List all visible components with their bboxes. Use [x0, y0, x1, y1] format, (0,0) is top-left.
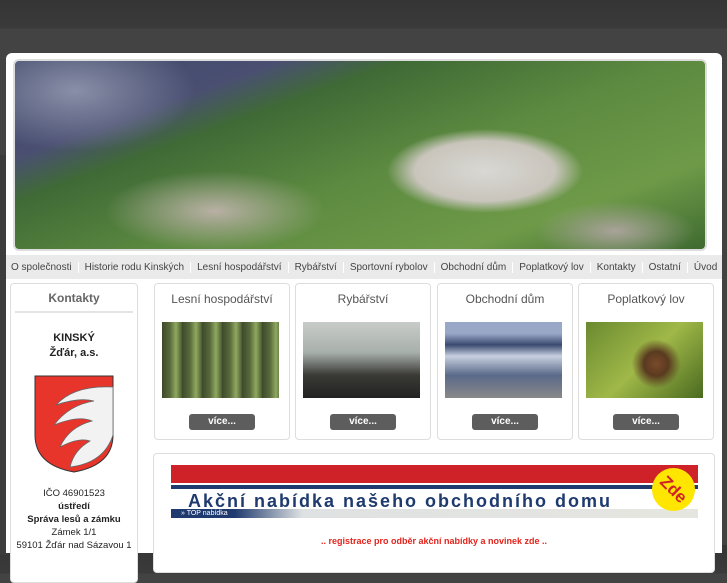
banner-photo-castle [13, 59, 707, 251]
card-poplatkovy: Poplatkový lov více... [578, 283, 714, 440]
store-photo [445, 322, 562, 398]
nav-rybarstvi[interactable]: Rybářství [290, 261, 344, 273]
fishing-photo [303, 322, 420, 398]
nav-poplatkovy[interactable]: Poplatkový lov [514, 261, 591, 273]
contacts-title: Kontakty [15, 291, 133, 313]
promo-banner[interactable]: Akční nabídka našeho obchodního domu » T… [171, 459, 704, 520]
promo-box: Akční nabídka našeho obchodního domu » T… [153, 453, 715, 573]
forest-photo [162, 322, 279, 398]
card-obchodni: Obchodní dům více... [437, 283, 573, 440]
nav-ostatni[interactable]: Ostatní [644, 261, 688, 273]
coat-of-arms-logo [34, 375, 114, 473]
card-title: Poplatkový lov [607, 292, 685, 306]
nav-uvod[interactable]: Úvod [689, 262, 723, 273]
top-label: » TOP nabídka [171, 509, 698, 518]
contact-address: IČO 46901523 ústředí Správa lesů a zámku… [16, 488, 132, 551]
more-button[interactable]: více... [472, 414, 538, 430]
nav-obchodni[interactable]: Obchodní dům [436, 261, 514, 273]
page: O společnosti Historie rodu Kinských Les… [6, 53, 722, 583]
nav-sportovni[interactable]: Sportovní rybolov [345, 261, 435, 273]
contacts-box: Kontakty KINSKÝ Žďár, a.s. IČO 46901523 ú… [10, 283, 138, 583]
more-button[interactable]: více... [330, 414, 396, 430]
card-lesni: Lesní hospodářství více... [154, 283, 290, 440]
nav-lesni[interactable]: Lesní hospodářství [192, 261, 289, 273]
nav-kontakty[interactable]: Kontakty [592, 261, 643, 273]
nav-historie[interactable]: Historie rodu Kinských [80, 261, 192, 273]
nav-o-spolecnosti[interactable]: O společnosti [11, 261, 79, 273]
more-button[interactable]: více... [189, 414, 255, 430]
card-title: Lesní hospodářství [171, 292, 273, 306]
more-button[interactable]: více... [613, 414, 679, 430]
main-nav: O společnosti Historie rodu Kinských Les… [6, 255, 722, 279]
company-name: KINSKÝ Žďár, a.s. [49, 332, 99, 359]
card-rybarstvi: Rybářství více... [295, 283, 431, 440]
card-title: Rybářství [337, 292, 389, 306]
card-title: Obchodní dům [465, 292, 545, 306]
hunting-photo [586, 322, 703, 398]
